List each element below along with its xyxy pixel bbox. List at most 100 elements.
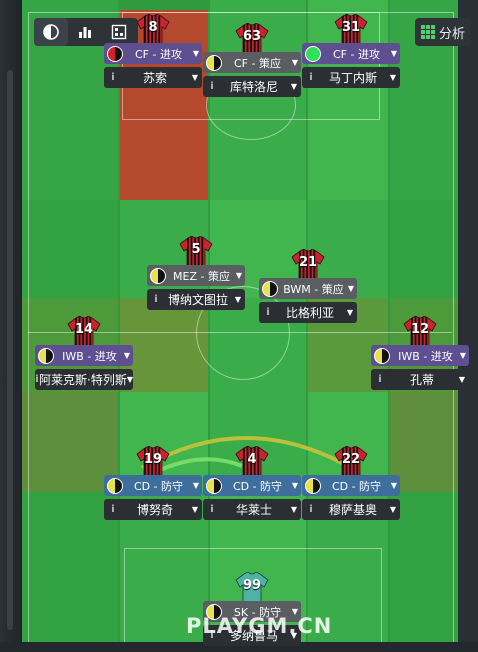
player-name: 马丁内斯 xyxy=(328,71,377,85)
shirt-number: 31 xyxy=(341,20,361,35)
player-name: 穆萨基奥 xyxy=(328,503,377,517)
role-familiarity-indicator xyxy=(107,477,123,494)
role-selector[interactable]: CF - 策应 ▼ xyxy=(203,52,301,73)
player-card-cd-left[interactable]: 19 CD - 防守 ▼ i 博努奇 ▼ xyxy=(104,446,202,526)
player-name-selector[interactable]: i 阿莱克斯·特列斯 ▼ xyxy=(35,369,133,390)
role-selector[interactable]: CD - 防守 ▼ xyxy=(302,475,400,496)
player-shirt[interactable]: 22 xyxy=(334,446,368,478)
contrast-view-button[interactable] xyxy=(34,18,68,46)
chevron-down-icon: ▼ xyxy=(235,271,243,280)
role-label: MEZ - 策应 xyxy=(173,269,230,283)
stats-view-button[interactable] xyxy=(68,18,102,46)
role-selector[interactable]: BWM - 策应 ▼ xyxy=(259,278,357,299)
chevron-down-icon: ▼ xyxy=(126,375,133,384)
player-name-selector[interactable]: i 比格利亚 ▼ xyxy=(259,302,357,323)
role-familiarity-indicator xyxy=(206,477,222,494)
player-shirt[interactable]: 8 xyxy=(136,14,170,46)
role-selector[interactable]: MEZ - 策应 ▼ xyxy=(147,265,245,286)
watermark: PLAYGM.CN xyxy=(186,614,333,638)
player-shirt[interactable]: 12 xyxy=(403,316,437,348)
player-card-wb-left[interactable]: 14 IWB - 进攻 ▼ i 阿莱克斯·特列斯 ▼ xyxy=(35,316,133,396)
info-icon[interactable]: i xyxy=(302,504,320,515)
player-name-selector[interactable]: i 苏索 ▼ xyxy=(104,67,202,88)
player-name: 库特洛尼 xyxy=(229,80,278,94)
role-selector[interactable]: CD - 防守 ▼ xyxy=(203,475,301,496)
info-icon[interactable]: i xyxy=(104,504,122,515)
role-label: CF - 进攻 xyxy=(333,47,380,61)
role-familiarity-indicator xyxy=(206,54,222,71)
chevron-down-icon: ▼ xyxy=(123,351,131,360)
player-card-wb-right[interactable]: 12 IWB - 进攻 ▼ i 孔蒂 ▼ xyxy=(371,316,469,396)
chevron-down-icon: ▼ xyxy=(192,49,200,58)
bar-chart-icon xyxy=(79,27,91,38)
contrast-icon xyxy=(43,24,59,40)
player-card-st-center[interactable]: 63 CF - 策应 ▼ i 库特洛尼 ▼ xyxy=(203,23,301,103)
player-card-st-left[interactable]: 8 CF - 进攻 ▼ i 苏索 ▼ xyxy=(104,14,202,94)
player-shirt[interactable]: 19 xyxy=(136,446,170,478)
player-name-selector[interactable]: i 孔蒂 ▼ xyxy=(371,369,469,390)
chevron-down-icon: ▼ xyxy=(390,481,398,490)
chevron-down-icon: ▼ xyxy=(389,73,397,82)
player-card-cd-right[interactable]: 22 CD - 防守 ▼ i 穆萨基奥 ▼ xyxy=(302,446,400,526)
player-name: 博努奇 xyxy=(136,503,173,517)
role-label: IWB - 进攻 xyxy=(398,349,453,363)
player-name: 比格利亚 xyxy=(285,306,334,320)
role-familiarity-indicator xyxy=(305,477,321,494)
info-icon[interactable]: i xyxy=(371,374,389,385)
role-selector[interactable]: CD - 防守 ▼ xyxy=(104,475,202,496)
player-shirt[interactable]: 31 xyxy=(334,14,368,46)
player-shirt[interactable]: 4 xyxy=(235,446,269,478)
role-label: CD - 防守 xyxy=(232,479,283,493)
player-shirt[interactable]: 14 xyxy=(67,316,101,348)
role-selector[interactable]: IWB - 进攻 ▼ xyxy=(371,345,469,366)
analysis-label: 分析 xyxy=(438,26,465,42)
role-familiarity-indicator xyxy=(262,280,278,297)
info-icon[interactable]: i xyxy=(203,81,221,92)
role-familiarity-indicator xyxy=(374,347,390,364)
scrollbar[interactable] xyxy=(7,70,13,630)
player-shirt[interactable]: 5 xyxy=(179,236,213,268)
shirt-number: 21 xyxy=(298,255,318,270)
role-familiarity-indicator xyxy=(38,347,54,364)
chevron-down-icon: ▼ xyxy=(346,308,354,317)
info-icon[interactable]: i xyxy=(147,294,165,305)
chevron-down-icon: ▼ xyxy=(290,505,298,514)
player-card-cd-center[interactable]: 4 CD - 防守 ▼ i 华莱士 ▼ xyxy=(203,446,301,526)
role-selector[interactable]: IWB - 进攻 ▼ xyxy=(35,345,133,366)
chevron-down-icon: ▼ xyxy=(191,505,199,514)
player-card-dm-center[interactable]: 21 BWM - 策应 ▼ i 比格利亚 ▼ xyxy=(259,249,357,329)
info-icon[interactable]: i xyxy=(302,72,320,83)
player-name-selector[interactable]: i 穆萨基奥 ▼ xyxy=(302,499,400,520)
player-card-st-right[interactable]: 31 CF - 进攻 ▼ i 马丁内斯 ▼ xyxy=(302,14,400,94)
info-icon[interactable]: i xyxy=(259,307,277,318)
role-familiarity-indicator xyxy=(107,45,123,62)
info-icon[interactable]: i xyxy=(104,72,122,83)
player-name-selector[interactable]: i 华莱士 ▼ xyxy=(203,499,301,520)
role-selector[interactable]: CF - 进攻 ▼ xyxy=(104,43,202,64)
role-familiarity-indicator xyxy=(305,45,321,62)
role-label: CD - 防守 xyxy=(331,479,382,493)
player-shirt[interactable]: 63 xyxy=(235,23,269,55)
shirt-number: 12 xyxy=(410,322,430,337)
player-card-gk[interactable]: 99 SK - 防守 ▼ i 多纳鲁马 ▼ xyxy=(203,572,301,652)
role-label: IWB - 进攻 xyxy=(62,349,117,363)
player-name: 孔蒂 xyxy=(409,373,434,387)
shirt-number: 99 xyxy=(242,578,262,593)
player-name-selector[interactable]: i 马丁内斯 ▼ xyxy=(302,67,400,88)
chevron-down-icon: ▼ xyxy=(234,295,242,304)
player-name-selector[interactable]: i 库特洛尼 ▼ xyxy=(203,76,301,97)
player-name: 华莱士 xyxy=(235,503,272,517)
role-familiarity-indicator xyxy=(150,267,166,284)
player-shirt[interactable]: 21 xyxy=(291,249,325,281)
info-icon[interactable]: i xyxy=(203,504,221,515)
player-name: 苏索 xyxy=(142,71,167,85)
player-shirt[interactable]: 99 xyxy=(235,572,269,604)
player-name-selector[interactable]: i 博努奇 ▼ xyxy=(104,499,202,520)
role-selector[interactable]: CF - 进攻 ▼ xyxy=(302,43,400,64)
analysis-button[interactable]: 分析 xyxy=(415,18,471,46)
shirt-number: 5 xyxy=(191,242,201,257)
chevron-down-icon: ▼ xyxy=(290,82,298,91)
player-name-selector[interactable]: i 博纳文图拉 ▼ xyxy=(147,289,245,310)
chevron-down-icon: ▼ xyxy=(347,284,355,293)
player-card-mc-left[interactable]: 5 MEZ - 策应 ▼ i 博纳文图拉 ▼ xyxy=(147,236,245,316)
